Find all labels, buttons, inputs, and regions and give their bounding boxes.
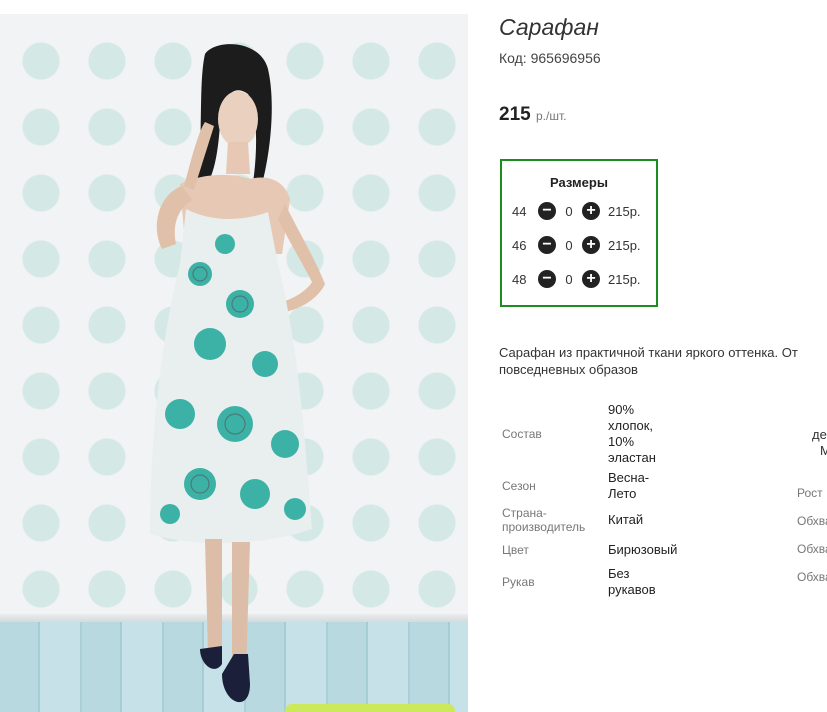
size-row: 48 − 0 + 215р. [512,269,641,289]
cut-off-label: Обхва [797,542,827,556]
size-qty: 0 [565,203,573,219]
sizes-heading: Размеры [550,175,608,190]
product-description: Сарафан из практичной ткани яркого оттен… [499,344,827,378]
size-price: 215р. [608,237,641,253]
description-line: Сарафан из практичной ткани яркого оттен… [499,345,798,360]
cut-off-text: де [812,427,827,442]
spec-value-sleeve: Без рукавов [608,566,656,598]
spec-value-composition: 90% хлопок, 10% эластан [608,402,656,466]
product-photo[interactable] [0,14,468,712]
plus-circle-icon[interactable]: + [582,270,600,288]
size-row: 46 − 0 + 215р. [512,235,641,255]
size-price: 215р. [608,271,641,287]
cut-off-text: М [820,443,827,458]
spec-value-country: Китай [608,512,643,528]
cut-off-label: Рост [797,486,823,500]
minus-circle-icon[interactable]: − [538,202,556,220]
size-label: 46 [512,237,527,253]
spec-value-color: Бирюзовый [608,542,677,558]
spec-value-line: Лето [608,486,637,501]
size-row: 44 − 0 + 215р. [512,201,641,221]
spec-value-line: Без [608,566,630,581]
spec-label-sleeve: Рукав [502,575,535,589]
size-price: 215р. [608,203,641,219]
photo-bottom-strip [285,704,455,712]
price-value: 215 [499,104,531,125]
spec-label-country: Страна- производитель [502,506,585,534]
cut-off-label: Обхва [797,514,827,528]
spec-value-line: рукавов [608,582,656,597]
description-line: повседневных образов [499,362,638,377]
plus-circle-icon[interactable]: + [582,236,600,254]
spec-value-line: 90% [608,402,635,417]
price-unit: р./шт. [535,109,567,123]
minus-circle-icon[interactable]: − [538,236,556,254]
product-title: Сарафан [499,14,599,40]
spec-value-line: хлопок, [608,418,654,433]
spec-value-line: эластан [608,450,656,465]
sizes-box: Размеры 44 − 0 + 215р. 46 − 0 + 215р. 48… [500,159,658,307]
spec-value-line: Бирюзовый [608,542,678,557]
cut-off-label: Обхва [797,570,827,584]
spec-label-line: производитель [502,520,586,534]
spec-label-line: Страна- [502,506,547,520]
spec-value-line: Весна- [608,470,650,485]
size-qty: 0 [565,237,573,253]
size-qty: 0 [565,271,573,287]
model-illustration [150,44,325,703]
minus-circle-icon[interactable]: − [538,270,556,288]
size-label: 44 [512,203,527,219]
product-code: Код: 965696956 [499,50,601,66]
spec-label-color: Цвет [502,543,529,557]
spec-value-line: 10% [608,434,635,449]
plus-circle-icon[interactable]: + [582,202,600,220]
product-price: 215 р./шт. [499,104,566,126]
spec-value-season: Весна- Лето [608,470,649,502]
spec-value-line: Китай [608,512,644,527]
spec-label-season: Сезон [502,479,536,493]
spec-label-composition: Состав [502,427,542,441]
size-label: 48 [512,271,527,287]
